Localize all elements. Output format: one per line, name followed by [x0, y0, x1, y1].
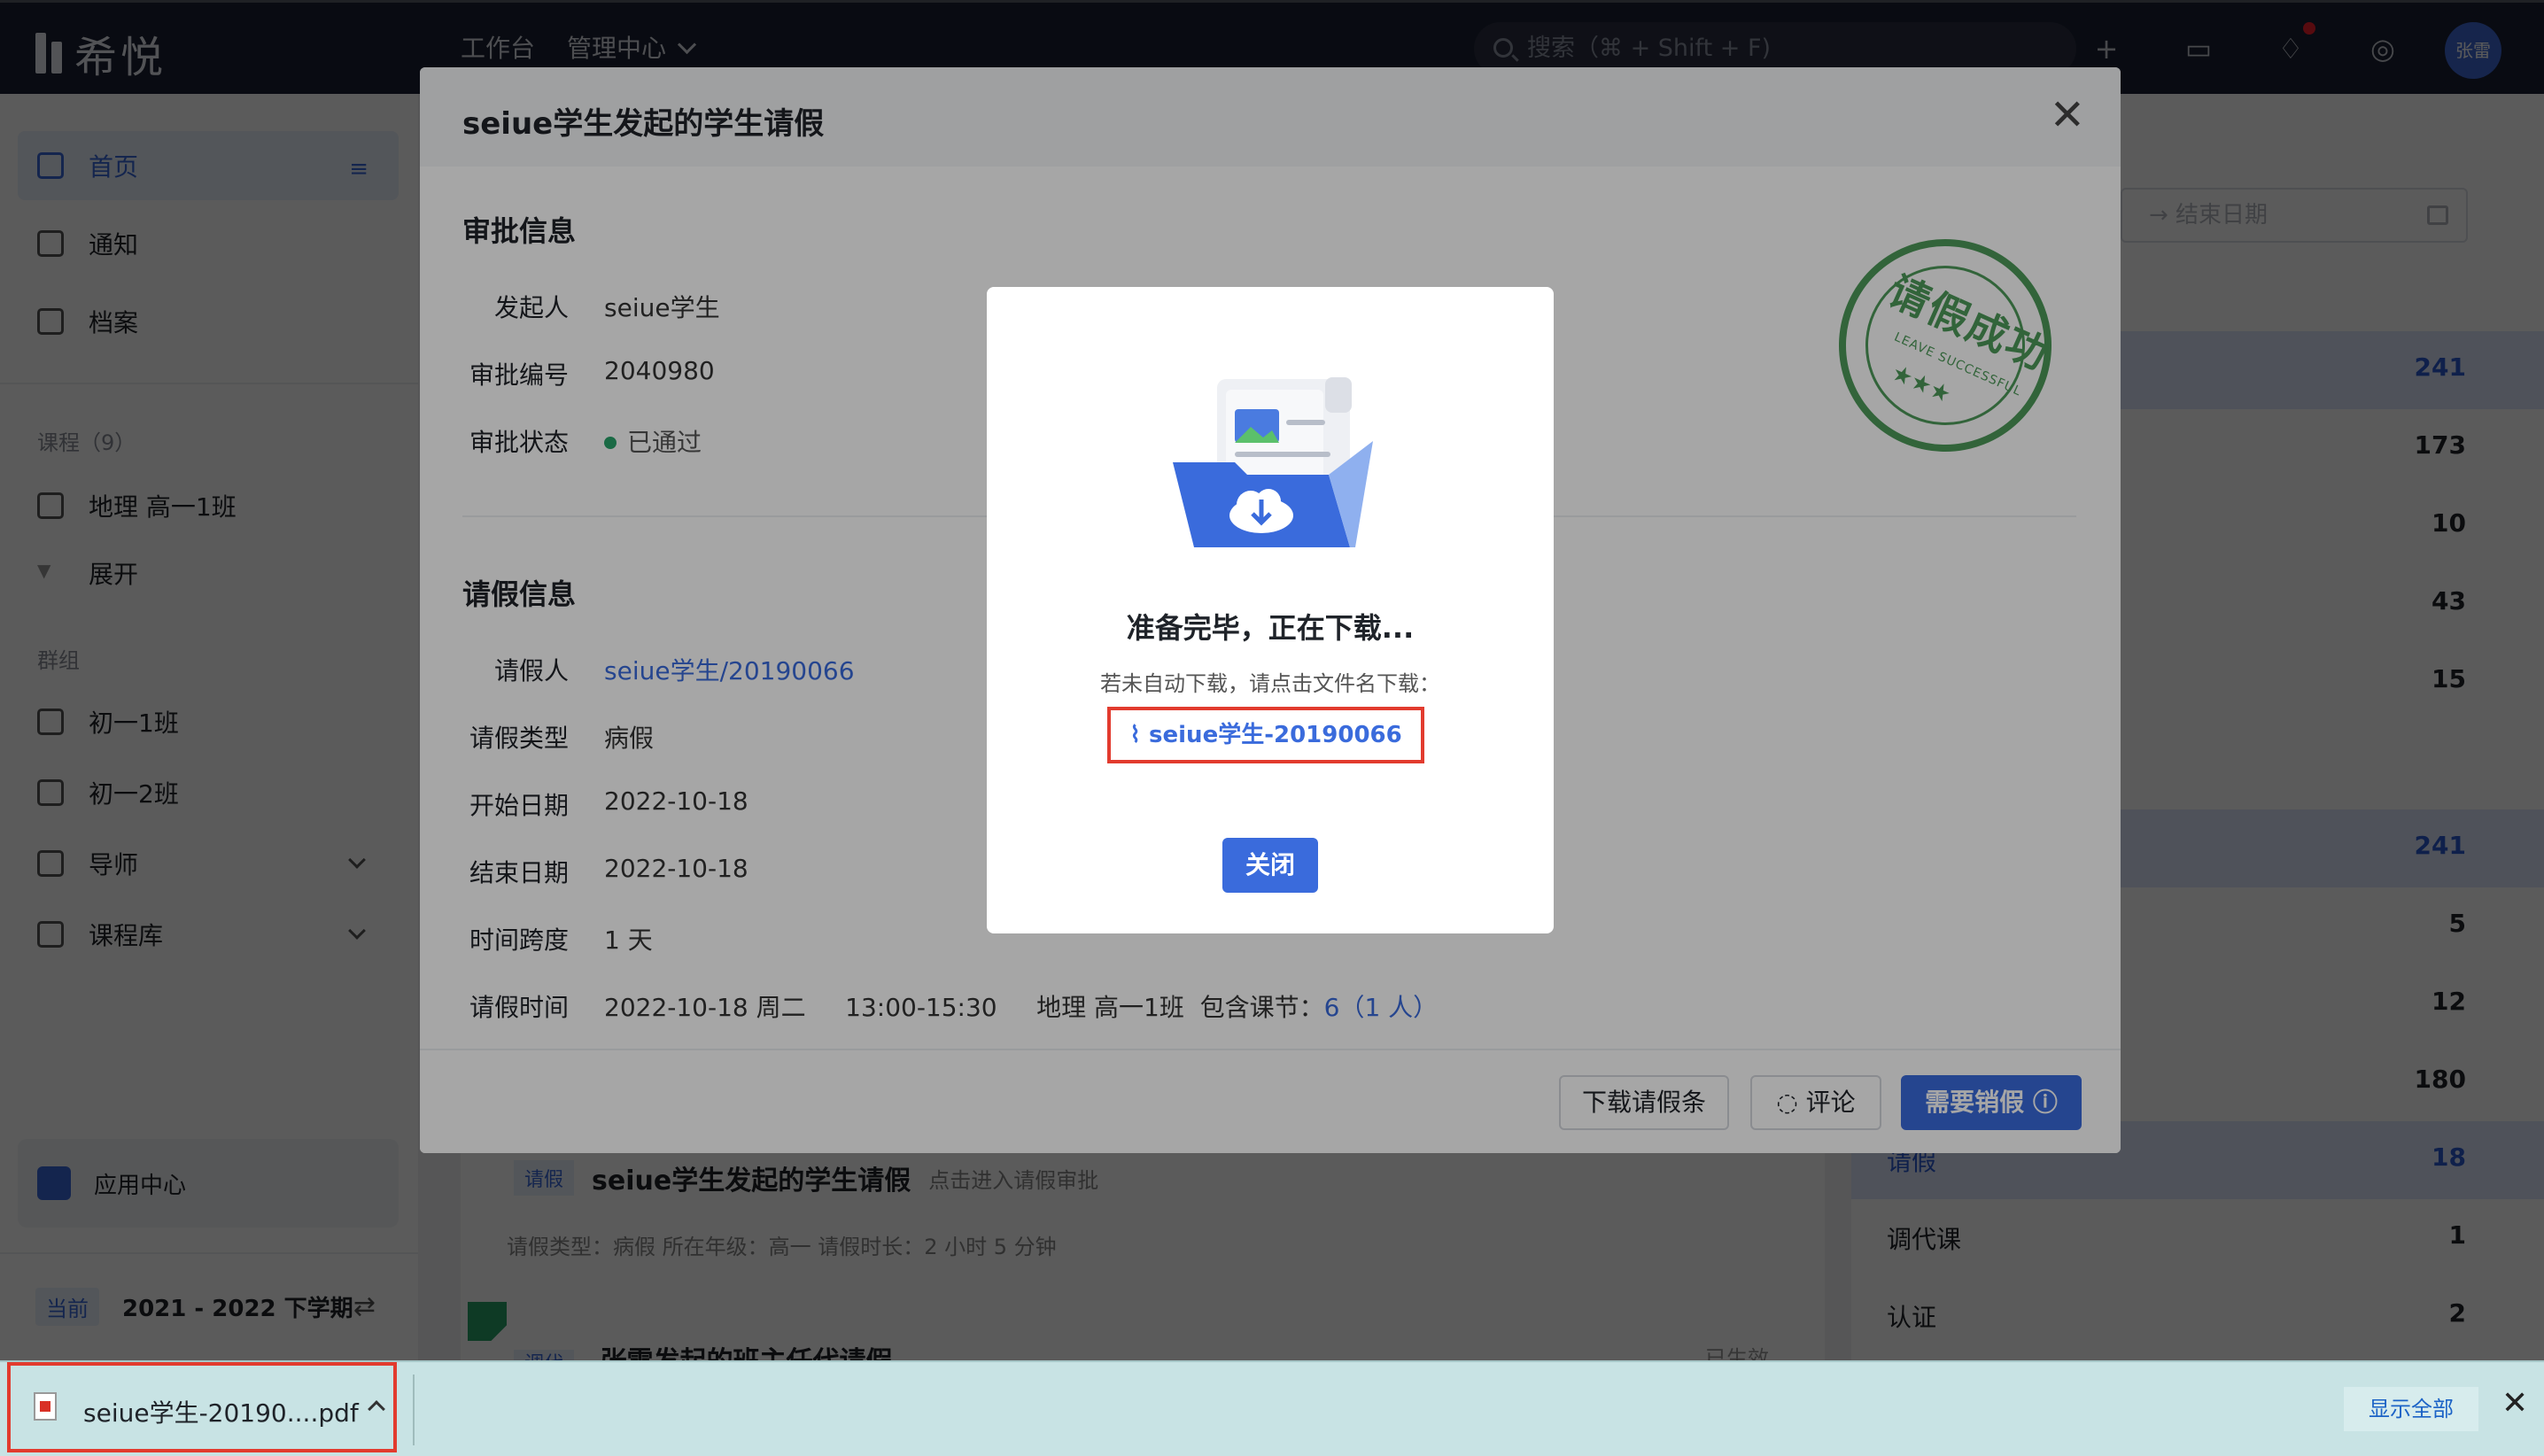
pdf-file-icon — [34, 1392, 57, 1421]
chevron-up-icon[interactable] — [368, 1400, 385, 1418]
downloaded-file-name: seiue学生-20190....pdf — [83, 1398, 359, 1428]
download-subtitle: 若未自动下载，请点击文件名下载： — [1100, 671, 1440, 696]
download-dialog: 准备完毕，正在下载... 若未自动下载，请点击文件名下载： ⌇ seiue学生-… — [987, 287, 1554, 933]
close-button[interactable]: 关闭 — [1222, 838, 1318, 893]
close-icon[interactable]: ✕ — [2501, 1385, 2528, 1421]
divider — [413, 1375, 415, 1445]
downloaded-file-item[interactable]: seiue学生-20190....pdf — [7, 1362, 397, 1452]
download-title: 准备完毕，正在下载... — [1126, 611, 1415, 645]
file-link-text: seiue学生-20190066 — [1149, 722, 1402, 748]
show-all-button[interactable]: 显示全部 — [2344, 1387, 2478, 1431]
file-download-link[interactable]: ⌇ seiue学生-20190066 — [1107, 707, 1424, 763]
paperclip-icon: ⌇ — [1129, 722, 1150, 748]
download-folder-icon — [1173, 377, 1373, 547]
